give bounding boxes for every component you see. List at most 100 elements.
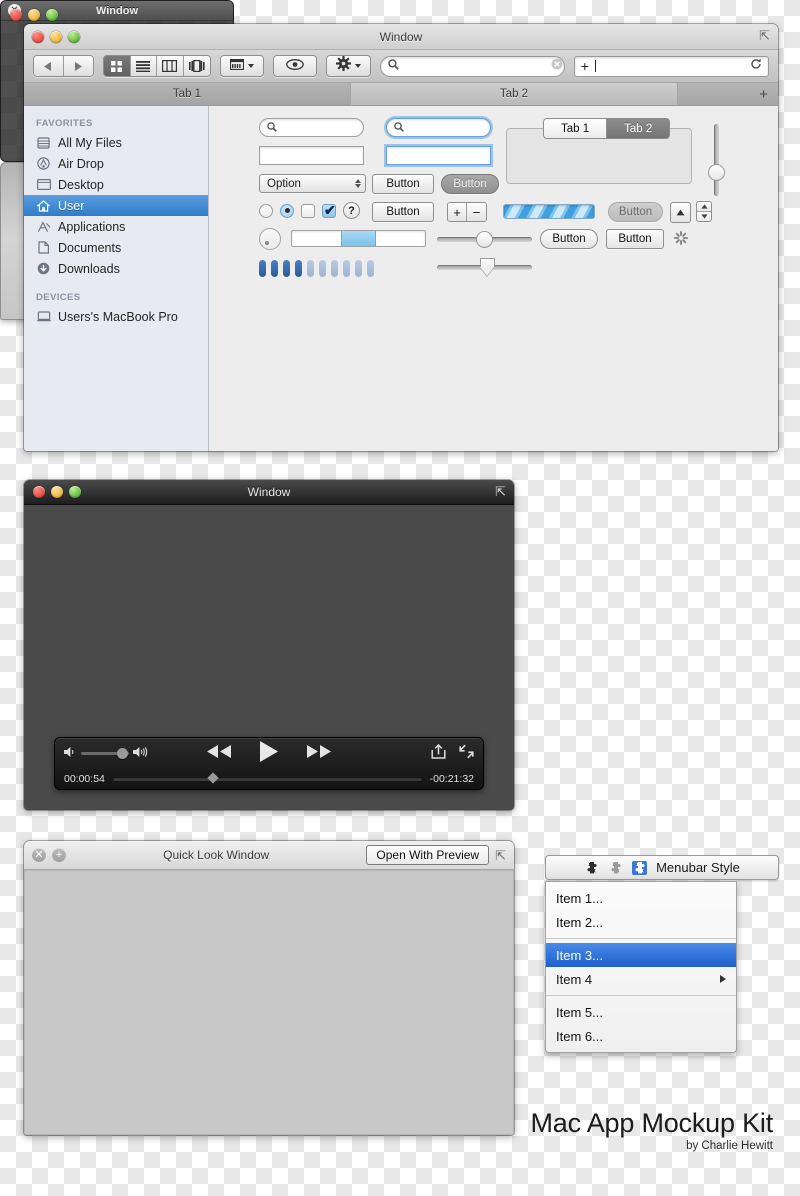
menu-separator	[546, 938, 736, 939]
toolbar-search-field[interactable]	[380, 56, 565, 77]
sidebar-item-all-my-files[interactable]: All My Files	[24, 132, 208, 153]
button-secondary[interactable]: Button	[372, 202, 434, 222]
back-arrow-icon[interactable]	[34, 56, 64, 76]
url-field[interactable]: +	[574, 56, 769, 77]
close-icon[interactable]: ✕	[32, 848, 46, 862]
reload-icon[interactable]	[750, 57, 762, 75]
menu-item-6[interactable]: Item 6...	[546, 1024, 736, 1048]
url-input[interactable]	[602, 60, 744, 72]
forward-arrow-icon[interactable]	[64, 56, 93, 76]
close-icon[interactable]	[32, 31, 44, 43]
popup-button[interactable]: Option	[259, 174, 366, 193]
vertical-slider[interactable]	[707, 124, 725, 196]
close-icon[interactable]	[33, 486, 45, 498]
button-plain[interactable]: Button	[606, 229, 664, 249]
coverflow-view-icon[interactable]	[184, 56, 211, 76]
play-icon[interactable]	[259, 740, 279, 768]
rotary-knob[interactable]	[259, 228, 281, 250]
grid-view-icon[interactable]	[104, 56, 131, 76]
tab-label: Tab 1	[561, 123, 589, 135]
button-disabled[interactable]: Button	[608, 202, 663, 222]
quicklook-content-area	[24, 870, 514, 1135]
search-input[interactable]	[404, 60, 546, 72]
quicklook-button[interactable]	[273, 55, 317, 77]
minus-icon[interactable]: −	[467, 203, 486, 221]
open-with-preview-button[interactable]: Open With Preview	[366, 845, 489, 865]
tab-view-tab-1[interactable]: Tab 1	[543, 118, 606, 139]
traffic-lights[interactable]	[33, 486, 81, 498]
puzzle-icon-gray[interactable]	[608, 861, 623, 875]
horizontal-slider[interactable]	[437, 230, 532, 248]
resize-icon[interactable]: ⇱	[759, 29, 770, 42]
search-field-focused[interactable]	[386, 118, 491, 137]
slider-thumb[interactable]	[476, 231, 493, 248]
plus-icon[interactable]: +	[581, 59, 589, 73]
menu-item-3[interactable]: Item 3...	[546, 943, 736, 967]
zoom-icon[interactable]	[68, 31, 80, 43]
sidebar-item-downloads[interactable]: Downloads	[24, 258, 208, 279]
new-tab-button[interactable]: +	[678, 83, 778, 105]
menu-item-5[interactable]: Item 5...	[546, 1000, 736, 1024]
stepper-down-icon[interactable]	[697, 212, 711, 221]
tab-1[interactable]: Tab 1	[24, 83, 351, 105]
sidebar-item-documents[interactable]: Documents	[24, 237, 208, 258]
puzzle-icon-selected[interactable]	[632, 861, 647, 875]
checkbox-off[interactable]	[301, 204, 315, 218]
timeline-scrubber[interactable]	[113, 777, 422, 781]
add-remove-segmented-control[interactable]: + −	[447, 202, 487, 222]
column-view-icon[interactable]	[157, 56, 184, 76]
menu-item-4[interactable]: Item 4	[546, 967, 736, 991]
action-menu-button[interactable]	[326, 55, 371, 77]
resize-icon[interactable]: ⇱	[495, 849, 506, 862]
checkbox-on[interactable]	[322, 204, 336, 218]
dropdown-menu: Item 1... Item 2... Item 3... Item 4 Ite…	[545, 881, 737, 1053]
text-field-focused[interactable]	[386, 146, 491, 165]
tab-view-tabs[interactable]: Tab 1 Tab 2	[543, 118, 670, 139]
help-button[interactable]: ?	[343, 202, 360, 219]
menubar-title[interactable]: Menubar Style	[656, 860, 740, 875]
sidebar-item-desktop[interactable]: Desktop	[24, 174, 208, 195]
navigation-segmented-control[interactable]	[33, 55, 94, 77]
slider-triangle-thumb[interactable]	[480, 258, 495, 276]
menu-item-2[interactable]: Item 2...	[546, 910, 736, 934]
button-rounded[interactable]: Button	[540, 229, 598, 249]
menu-item-1[interactable]: Item 1...	[546, 886, 736, 910]
list-view-icon[interactable]	[131, 56, 158, 76]
fast-forward-icon[interactable]	[306, 744, 332, 764]
sidebar-item-applications[interactable]: Applications	[24, 216, 208, 237]
radio-button-on[interactable]	[280, 204, 294, 218]
minimize-icon[interactable]	[50, 31, 62, 43]
plus-icon[interactable]: +	[448, 203, 467, 221]
arrange-button[interactable]	[220, 55, 264, 77]
text-field-normal[interactable]	[259, 146, 364, 165]
tab-2[interactable]: Tab 2	[351, 83, 678, 105]
stepper-control[interactable]	[696, 201, 712, 222]
sidebar-item-air-drop[interactable]: Air Drop	[24, 153, 208, 174]
view-mode-segmented-control[interactable]	[103, 55, 211, 77]
zoom-icon[interactable]	[69, 486, 81, 498]
radio-button-off[interactable]	[259, 204, 273, 218]
puzzle-icon-dark[interactable]	[584, 861, 599, 875]
stepper-up-icon[interactable]	[697, 202, 711, 212]
disclosure-up-button[interactable]	[670, 202, 691, 223]
search-field-normal[interactable]	[259, 118, 364, 137]
resize-icon[interactable]: ⇱	[495, 484, 506, 500]
zoom-icon[interactable]	[46, 9, 58, 21]
rewind-icon[interactable]	[206, 744, 232, 764]
minimize-icon[interactable]	[28, 9, 40, 21]
traffic-lights[interactable]	[32, 31, 80, 43]
plus-icon[interactable]: +	[52, 848, 66, 862]
slider-thumb[interactable]	[708, 164, 725, 181]
sidebar-item-user[interactable]: User	[24, 195, 208, 216]
playhead-icon[interactable]	[207, 772, 218, 783]
minimize-icon[interactable]	[51, 486, 63, 498]
tab-view-tab-2[interactable]: Tab 2	[606, 118, 670, 139]
close-icon[interactable]	[10, 9, 22, 21]
horizontal-slider-with-tick[interactable]	[437, 258, 532, 276]
button-default[interactable]: Button	[372, 174, 434, 194]
button-dark-rounded[interactable]: Button	[441, 174, 499, 194]
open-with-preview-label: Open With Preview	[376, 848, 479, 862]
sidebar-item-macbook-pro[interactable]: Users's MacBook Pro	[24, 306, 208, 327]
traffic-lights[interactable]	[10, 9, 58, 21]
clear-icon[interactable]	[551, 57, 563, 75]
